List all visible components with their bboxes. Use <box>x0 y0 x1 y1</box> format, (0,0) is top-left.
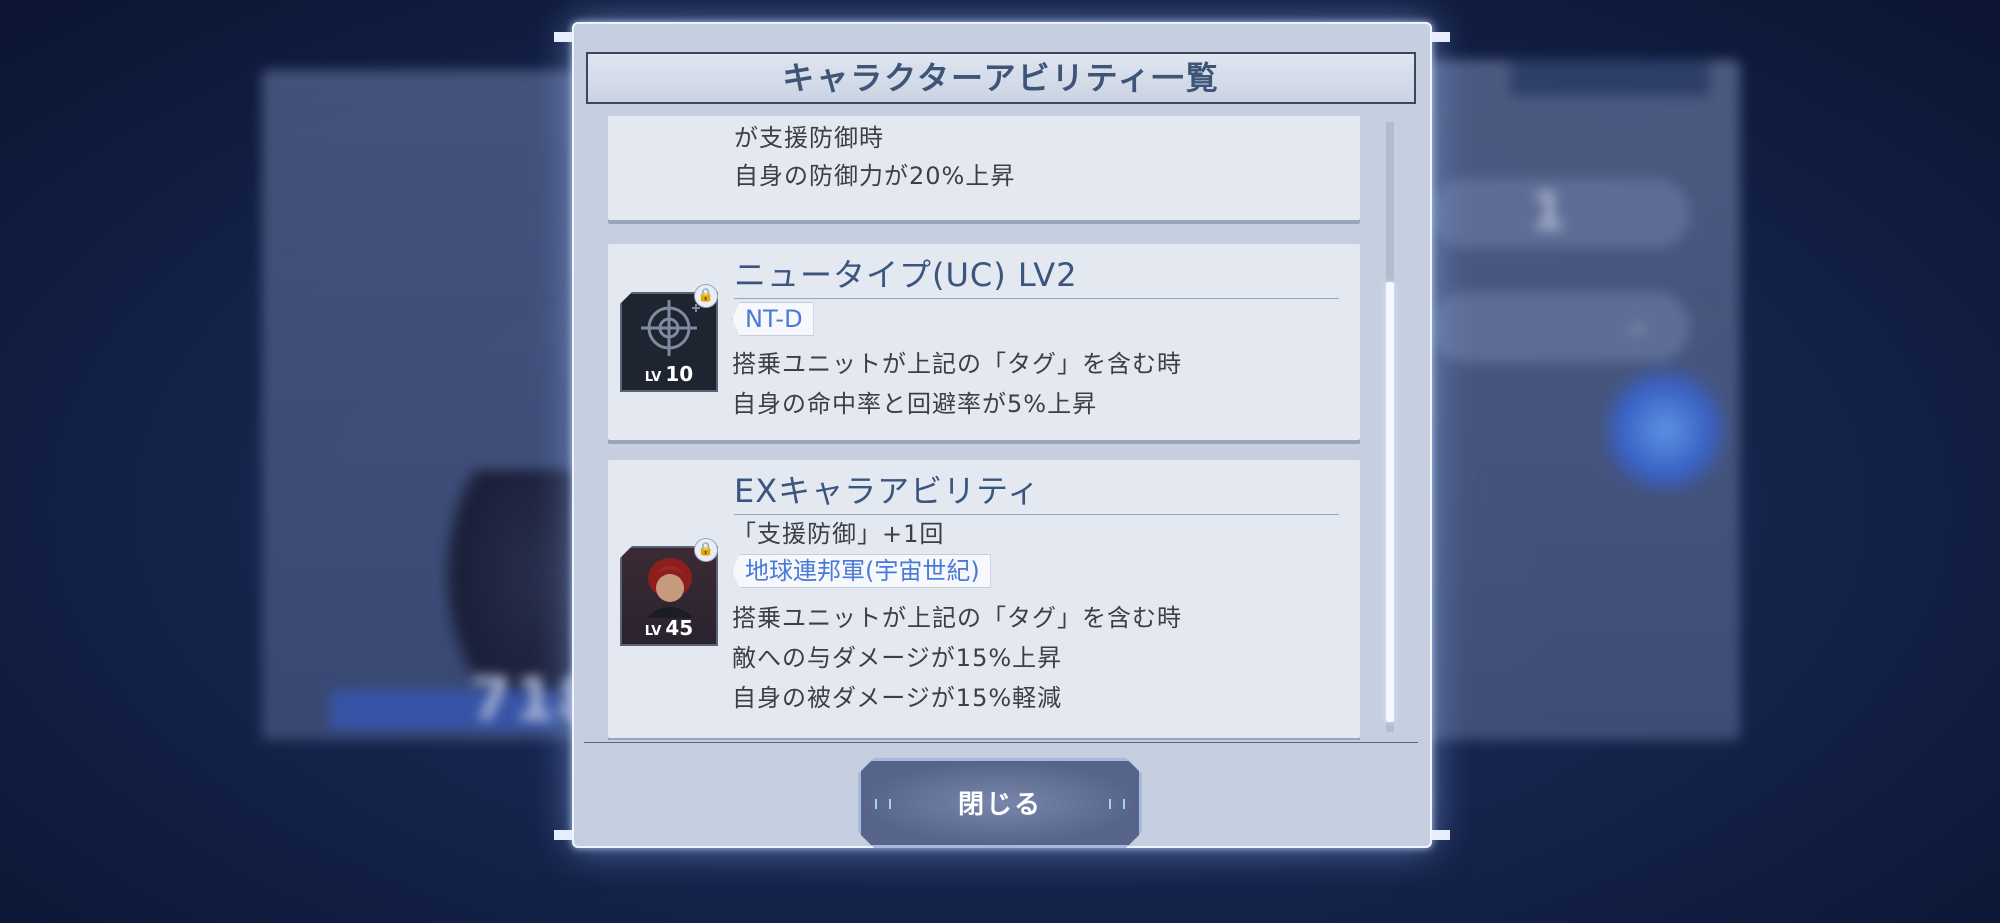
ability-description: 自身の被ダメージが15%軽減 <box>732 684 1063 712</box>
background-count: 1 <box>1530 182 1567 242</box>
ability-description: 自身の防御力が20%上昇 <box>734 162 1016 190</box>
ability-description: 自身の命中率と回避率が5%上昇 <box>732 390 1098 418</box>
button-accent-icon <box>1109 799 1125 809</box>
close-button-label: 閉じる <box>957 790 1042 820</box>
background-orb <box>1600 365 1730 495</box>
background-search-pill <box>1430 292 1690 362</box>
unlock-level: LV 45 <box>644 616 694 640</box>
ability-description: 搭乗ユニットが上記の「タグ」を含む時 <box>732 350 1182 378</box>
unlock-level: LV 10 <box>644 362 694 386</box>
ability-list-dialog: キャラクターアビリティ一覧 が支援防御時 自身の防御力が20%上昇 ニュータイプ… <box>554 22 1450 848</box>
close-button[interactable]: 閉じる <box>858 758 1142 848</box>
ability-description: 搭乗ユニットが上記の「タグ」を含む時 <box>732 604 1182 632</box>
frame-corner-mark <box>1432 830 1450 840</box>
ability-description: が支援防御時 <box>734 124 884 152</box>
dialog-title: キャラクターアビリティ一覧 <box>586 52 1416 104</box>
scrollbar-thumb[interactable] <box>1386 282 1394 722</box>
background-top-button <box>1510 60 1710 96</box>
footer-divider <box>584 742 1418 743</box>
ability-pre-line: 「支援防御」+1回 <box>732 520 945 548</box>
ability-tag: 地球連邦軍(宇宙世紀) <box>732 554 991 588</box>
ability-card: が支援防御時 自身の防御力が20%上昇 <box>608 116 1360 220</box>
ability-list[interactable]: が支援防御時 自身の防御力が20%上昇 ニュータイプ(UC) LV2 LV 10 … <box>608 116 1384 740</box>
frame-corner-mark <box>1432 32 1450 42</box>
scrollbar[interactable] <box>1386 122 1394 732</box>
ability-title: ニュータイプ(UC) LV2 <box>734 250 1339 299</box>
ability-card: ニュータイプ(UC) LV2 LV 10 🔒 NT-D 搭乗ユニットが上記の「タグ… <box>608 244 1360 440</box>
lock-icon: 🔒 <box>694 538 718 562</box>
ability-tag: NT-D <box>732 302 814 336</box>
dialog-title-text: キャラクターアビリティ一覧 <box>782 59 1220 97</box>
button-accent-icon <box>875 799 891 809</box>
ability-description: 敵への与ダメージが15%上昇 <box>732 644 1063 672</box>
background-search-icon: ⌕ <box>1630 310 1647 345</box>
ability-title: EXキャラアビリティ <box>734 466 1339 515</box>
frame-corner-mark <box>554 32 572 42</box>
lock-icon: 🔒 <box>694 284 718 308</box>
ability-card: EXキャラアビリティ 「支援防御」+1回 LV 45 🔒 地球連邦軍(宇宙世紀) … <box>608 460 1360 738</box>
frame-corner-mark <box>554 830 572 840</box>
